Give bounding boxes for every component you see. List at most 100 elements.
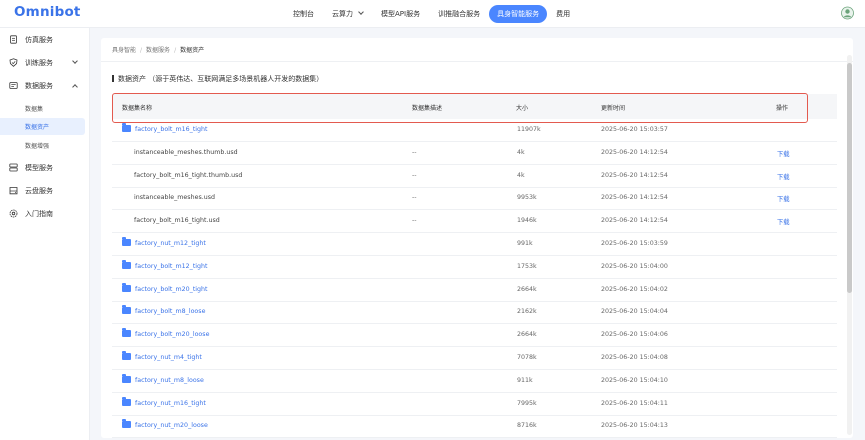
updated-time-cell: 2025-06-20 15:04:02 xyxy=(601,285,668,293)
updated-time-cell: 2025-06-20 15:04:08 xyxy=(601,354,668,361)
top-nav-label: 云算力 xyxy=(332,10,353,18)
top-nav-item[interactable]: 费用 xyxy=(547,5,579,23)
server-icon xyxy=(9,163,18,172)
table-row[interactable]: factory_nut_m16_tight 7995k 2025-06-20 15:… xyxy=(112,393,837,416)
sidebar-item[interactable]: 模型服务 xyxy=(0,159,90,177)
description-cell: -- xyxy=(412,148,417,156)
size-cell: 1946k xyxy=(517,217,537,225)
table-row[interactable]: factory_bolt_m12_tight 1753k 2025-06-20 15… xyxy=(112,256,837,279)
header-action: 操作 xyxy=(776,105,789,112)
header-description: 数据集描述 xyxy=(412,105,443,112)
updated-time-cell: 2025-06-20 15:04:10 xyxy=(601,376,668,384)
folder-link[interactable]: factory_bolt_m20_tight xyxy=(135,286,208,293)
sidebar-item[interactable]: 训练服务 xyxy=(0,54,90,72)
scroll-thumb[interactable] xyxy=(847,63,852,293)
description-cell: -- xyxy=(412,217,417,225)
top-nav-item[interactable]: 控制台 xyxy=(284,5,323,23)
folder-icon xyxy=(122,123,131,132)
sidebar-subitem[interactable]: 数据增强 xyxy=(0,137,86,154)
table-row[interactable]: factory_bolt_m20_loose 2664k 2025-06-20 15… xyxy=(112,324,837,348)
size-cell: 7078k xyxy=(517,354,537,361)
sidebar-subitem-label: 数据增强 xyxy=(25,143,50,150)
top-nav-item[interactable]: 模型API服务 xyxy=(372,5,429,23)
description-cell: -- xyxy=(412,194,417,202)
file-name: factory_bolt_m16_tight.thumb.usd xyxy=(134,171,243,179)
folder-link[interactable]: factory_nut_m4_tight xyxy=(135,354,202,361)
size-cell: 11907k xyxy=(517,126,541,133)
table-row[interactable]: factory_nut_m20_loose 8716k 2025-06-20 15:… xyxy=(112,415,837,438)
gear-icon xyxy=(9,209,18,218)
sidebar-item-label: 数据服务 xyxy=(25,82,53,90)
top-nav-item[interactable]: 具身智能服务 xyxy=(489,5,548,23)
folder-link[interactable]: factory_bolt_m12_tight xyxy=(135,263,208,270)
description-cell: -- xyxy=(412,171,417,179)
folder-link[interactable]: factory_nut_m8_loose xyxy=(135,377,204,384)
table-row[interactable]: factory_nut_m8_loose 911k 2025-06-20 15:04… xyxy=(112,370,837,393)
disk-icon xyxy=(9,186,18,195)
size-cell: 7995k xyxy=(517,399,537,407)
folder-icon xyxy=(122,373,131,383)
size-cell: 8716k xyxy=(517,422,537,430)
size-cell: 4k xyxy=(517,171,525,179)
folder-link[interactable]: factory_bolt_m16_tight xyxy=(135,126,208,133)
table-row[interactable]: instanceable_meshes.thumb.usd -- 4k 2025-06… xyxy=(112,142,837,165)
table-header: 数据集名称 数据集描述 大小 更新时间 操作 xyxy=(112,94,837,119)
updated-time-cell: 2025-06-20 14:12:54 xyxy=(601,148,668,156)
breadcrumb-separator: / xyxy=(174,47,177,54)
top-nav-label: 具身智能服务 xyxy=(497,10,540,18)
top-nav-item[interactable]: 云算力 xyxy=(323,5,372,23)
scrollbar[interactable] xyxy=(847,55,852,435)
sidebar-item-label: 入门指南 xyxy=(25,210,53,218)
sidebar-subitem[interactable]: 数据集 xyxy=(0,100,86,117)
title-bar-marker xyxy=(112,75,114,82)
breadcrumb-item[interactable]: 数据服务 xyxy=(146,47,170,54)
download-link[interactable]: 下载 xyxy=(777,194,790,203)
size-cell: 911k xyxy=(517,376,533,384)
sidebar-item[interactable]: 云盘服务 xyxy=(0,182,90,200)
sidebar-item[interactable]: 仿真服务 xyxy=(0,31,90,49)
table-row[interactable]: factory_bolt_m16_tight.thumb.usd -- 4k 2025… xyxy=(112,165,837,188)
folder-icon xyxy=(122,282,131,292)
top-nav-item[interactable]: 训推融合服务 xyxy=(429,5,489,23)
folder-link[interactable]: factory_nut_m16_tight xyxy=(135,400,206,407)
table-row[interactable]: factory_nut_m4_tight 7078k 2025-06-20 15:0… xyxy=(112,347,837,370)
size-cell: 4k xyxy=(517,148,525,156)
sidebar-item-label: 云盘服务 xyxy=(25,187,53,195)
updated-time-cell: 2025-06-20 15:04:00 xyxy=(601,262,668,270)
shield-icon xyxy=(9,58,18,67)
folder-icon xyxy=(122,419,131,429)
updated-time-cell: 2025-06-20 15:04:11 xyxy=(601,399,668,407)
updated-time-cell: 2025-06-20 15:03:57 xyxy=(601,126,668,133)
table-row[interactable]: factory_bolt_m16_tight 11907k 2025-06-20 1… xyxy=(112,119,837,142)
table-row[interactable]: factory_nut_m12_tight 991k 2025-06-20 15:0… xyxy=(112,233,837,256)
user-avatar-icon[interactable] xyxy=(841,6,854,20)
file-name: factory_bolt_m16_tight.usd xyxy=(134,217,220,225)
logo[interactable]: Omnibot xyxy=(14,4,81,20)
folder-icon xyxy=(122,237,131,246)
header-name: 数据集名称 xyxy=(122,105,153,112)
table-row[interactable]: factory_bolt_m20_tight 2664k 2025-06-20 15… xyxy=(112,279,837,302)
folder-icon xyxy=(122,351,131,360)
folder-link[interactable]: factory_bolt_m20_loose xyxy=(135,331,209,338)
updated-time-cell: 2025-06-20 14:12:54 xyxy=(601,217,668,225)
table-row[interactable]: factory_bolt_m16_tight.usd -- 1946k 2025-06… xyxy=(112,210,837,234)
sidebar-subitem[interactable]: 数据资产 xyxy=(0,118,85,135)
size-cell: 2664k xyxy=(517,331,537,339)
chevron-down-icon xyxy=(358,9,364,15)
download-link[interactable]: 下载 xyxy=(777,172,790,181)
download-link[interactable]: 下载 xyxy=(777,217,790,226)
breadcrumb-item[interactable]: 具身智能 xyxy=(112,47,136,54)
sidebar-item[interactable]: 数据服务 xyxy=(0,77,90,95)
sidebar-subitem-label: 数据集 xyxy=(25,106,44,113)
download-link[interactable]: 下载 xyxy=(777,149,790,158)
updated-time-cell: 2025-06-20 15:04:04 xyxy=(601,308,668,316)
main-panel: 具身智能 / 数据服务 / 数据资产 数据资产 （源于英伟达、互联网满足多场景机器人开发… xyxy=(101,38,853,438)
sidebar-item[interactable]: 入门指南 xyxy=(0,205,90,223)
folder-link[interactable]: factory_bolt_m8_loose xyxy=(135,308,205,315)
size-cell: 2162k xyxy=(517,308,537,316)
folder-link[interactable]: factory_nut_m12_tight xyxy=(135,240,206,247)
table-row[interactable]: factory_bolt_m8_loose 2162k 2025-06-20 15:… xyxy=(112,301,837,325)
table-row[interactable]: instanceable_meshes.usd -- 9953k 2025-06-20… xyxy=(112,187,837,211)
sidebar-item-label: 模型服务 xyxy=(25,164,53,172)
folder-link[interactable]: factory_nut_m20_loose xyxy=(135,422,208,429)
